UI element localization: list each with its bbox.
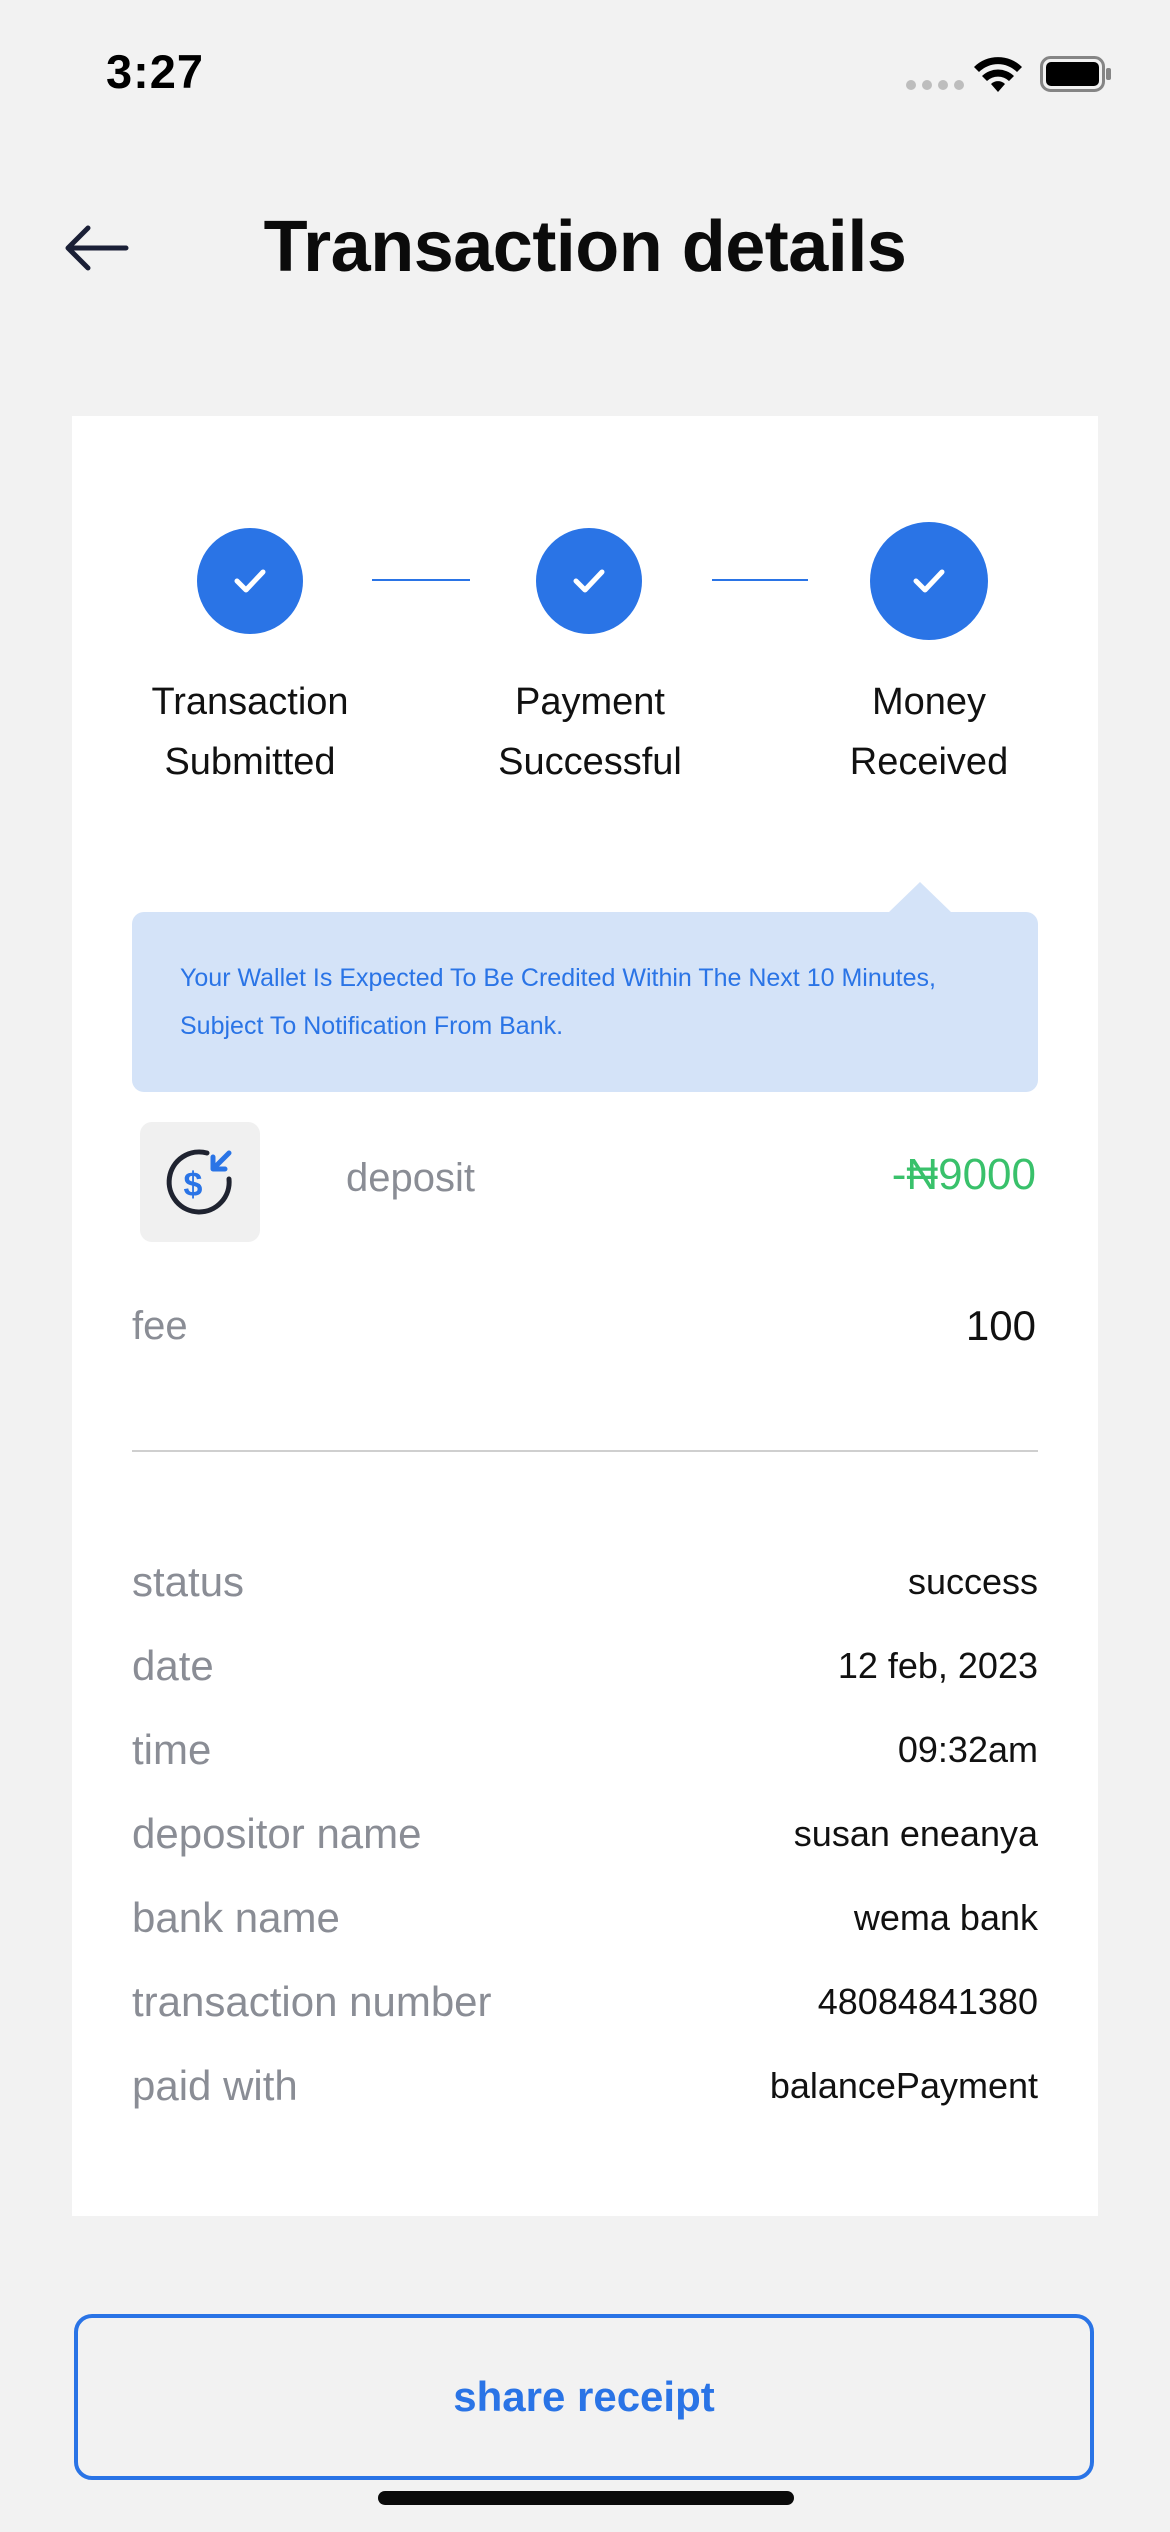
status-bar-time: 3:27 xyxy=(106,45,205,98)
notice-pointer xyxy=(888,882,952,913)
detail-value: balancePayment xyxy=(769,2065,1038,2106)
detail-value: 12 feb, 2023 xyxy=(837,1645,1038,1686)
credit-notice: Your Wallet Is Expected To Be Credited W… xyxy=(132,912,1038,1092)
detail-row-bank-name: bank name wema bank xyxy=(132,1888,1038,1948)
step-2-check-circle xyxy=(536,528,642,634)
detail-row-paid-with: paid with balancePayment xyxy=(132,2056,1038,2116)
divider xyxy=(132,1450,1038,1452)
detail-label: bank name xyxy=(132,1894,340,1941)
step-3-label-line1: Money xyxy=(871,681,987,723)
detail-row-transaction-number: transaction number 48084841380 xyxy=(132,1972,1038,2032)
check-icon xyxy=(234,569,266,593)
page-title: Transaction details xyxy=(263,207,907,287)
detail-row-depositor-name: depositor name susan eneanya xyxy=(132,1804,1038,1864)
deposit-amount: -₦9000 xyxy=(891,1150,1036,1199)
share-receipt-button[interactable]: share receipt xyxy=(74,2314,1094,2480)
detail-value: wema bank xyxy=(853,1897,1038,1938)
step-2-label-line2: Successful xyxy=(498,741,682,783)
home-indicator xyxy=(378,2491,794,2505)
step-2-label-line1: Payment xyxy=(515,681,665,723)
detail-value: 48084841380 xyxy=(817,1981,1038,2022)
detail-label: time xyxy=(132,1726,212,1773)
cellular-signal-icon xyxy=(906,80,964,90)
detail-value: susan eneanya xyxy=(793,1813,1038,1854)
detail-row-time: time 09:32am xyxy=(132,1720,1038,1780)
detail-label: depositor name xyxy=(132,1810,422,1857)
step-connector-2 xyxy=(712,579,808,581)
fee-label: fee xyxy=(132,1304,188,1348)
step-1-label-line2: Submitted xyxy=(164,741,336,783)
dollar-incoming-icon: $ xyxy=(166,1149,232,1215)
credit-notice-text: Your Wallet Is Expected To Be Credited W… xyxy=(180,964,936,1040)
detail-value: 09:32am xyxy=(897,1729,1038,1770)
step-2-label: Payment Successful xyxy=(440,672,740,792)
fee-value: 100 xyxy=(965,1302,1036,1349)
detail-label: date xyxy=(132,1642,214,1689)
step-3-label-line2: Received xyxy=(849,741,1009,783)
detail-value: success xyxy=(907,1561,1038,1602)
wifi-icon xyxy=(974,57,1022,92)
check-icon xyxy=(913,569,945,593)
detail-label: transaction number xyxy=(132,1978,492,2025)
detail-label: status xyxy=(132,1558,245,1605)
detail-row-date: date 12 feb, 2023 xyxy=(132,1636,1038,1696)
step-1-check-circle xyxy=(197,528,303,634)
step-connector-1 xyxy=(372,579,470,581)
deposit-icon-tile: $ xyxy=(140,1122,260,1242)
svg-text:$: $ xyxy=(184,1166,203,1204)
detail-label: paid with xyxy=(132,2062,298,2109)
step-3-check-circle xyxy=(870,522,988,640)
step-1-label: Transaction Submitted xyxy=(100,672,400,792)
detail-row-status: status success xyxy=(132,1552,1038,1612)
check-icon xyxy=(573,569,605,593)
step-3-label: Money Received xyxy=(779,672,1079,792)
battery-icon xyxy=(1040,56,1111,92)
transaction-details-screen: 3:27 Transaction details Transaction Sub… xyxy=(0,0,1170,2532)
step-1-label-line1: Transaction xyxy=(151,681,349,723)
deposit-label: deposit xyxy=(346,1156,475,1200)
